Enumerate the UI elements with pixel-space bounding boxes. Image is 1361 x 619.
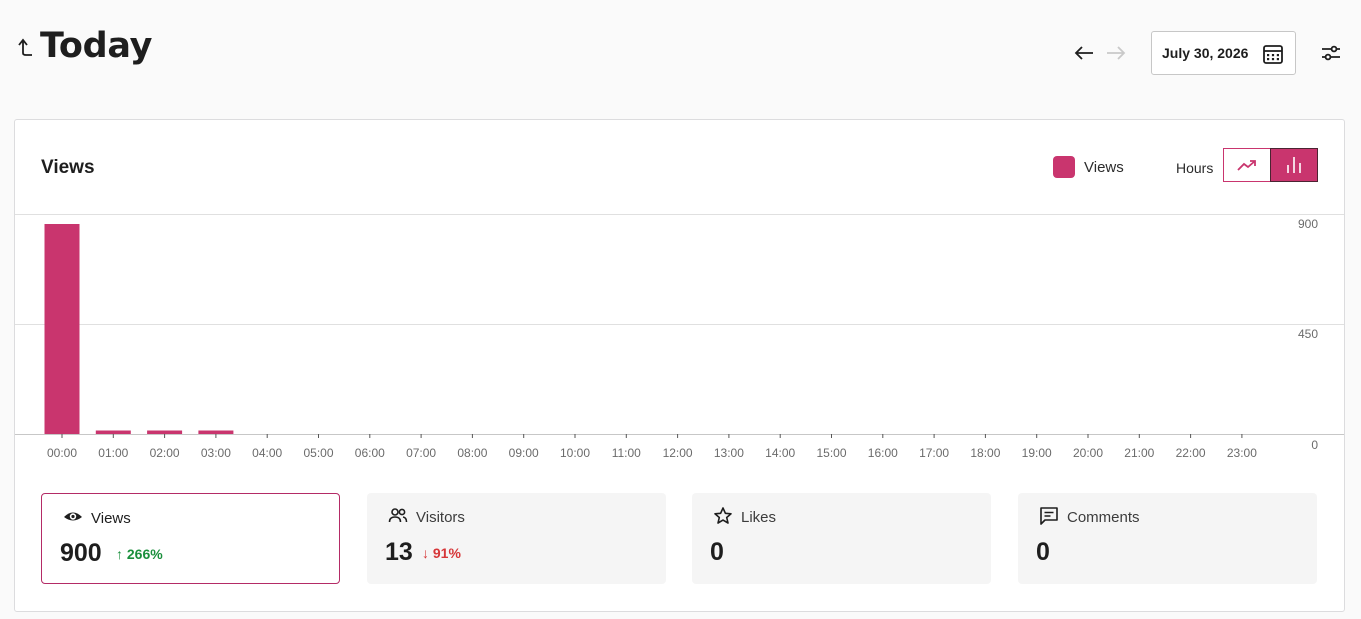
trending-up-icon — [1237, 160, 1256, 171]
bar-chart-icon — [1287, 157, 1301, 173]
views-bar-chart: 900 450 0 00:00 01:00 02:00 03:00 04:00 05:00 06:… — [15, 214, 1344, 460]
stat-card-comments[interactable]: Comments 0 — [1018, 493, 1317, 584]
stat-label: Likes — [741, 509, 777, 526]
page-header: Today July 30, 2026 — [0, 0, 1361, 110]
bar-chart-toggle[interactable] — [1270, 148, 1318, 182]
x-tick-label: 15:00 — [816, 446, 846, 460]
x-tick-label: 23:00 — [1227, 446, 1257, 460]
people-icon — [388, 508, 408, 523]
x-tick-label: 21:00 — [1124, 446, 1154, 460]
bar-03:00[interactable] — [198, 430, 234, 435]
bar-02:00[interactable] — [147, 430, 183, 435]
line-chart-toggle[interactable] — [1223, 148, 1270, 182]
date-picker-button[interactable]: July 30, 2026 — [1151, 31, 1296, 75]
stat-card-visitors[interactable]: Visitors 13 ↓ 91% — [367, 493, 666, 584]
x-tick-label: 14:00 — [765, 446, 795, 460]
stat-value: 0 — [1036, 538, 1050, 566]
x-tick-label: 13:00 — [714, 446, 744, 460]
arrow-down-icon: ↓ — [422, 545, 429, 561]
previous-day-arrow-icon[interactable] — [1072, 42, 1096, 64]
x-tick-label: 20:00 — [1073, 446, 1103, 460]
legend-label: Views — [1084, 158, 1124, 176]
x-tick-label: 02:00 — [150, 446, 180, 460]
comment-icon — [1040, 507, 1058, 525]
stat-change-down: ↓ 91% — [422, 545, 461, 561]
stat-label: Comments — [1067, 509, 1140, 526]
x-tick-label: 07:00 — [406, 446, 436, 460]
x-tick-label: 19:00 — [1022, 446, 1052, 460]
stat-card-views[interactable]: Views 900 ↑ 266% — [41, 493, 340, 584]
x-tick-label: 08:00 — [457, 446, 487, 460]
x-tick-label: 10:00 — [560, 446, 590, 460]
page-title: Today — [40, 26, 153, 66]
bar-01:00[interactable] — [95, 430, 131, 435]
x-tick-label: 16:00 — [868, 446, 898, 460]
x-tick-label: 05:00 — [303, 446, 333, 460]
stat-label: Visitors — [416, 509, 465, 526]
x-tick-label: 09:00 — [509, 446, 539, 460]
back-arrow-icon[interactable] — [16, 33, 38, 59]
views-chart-card: Views Views Hours 900 450 0 00:00 01:00 02:00… — [14, 119, 1345, 612]
x-tick-label: 06:00 — [355, 446, 385, 460]
x-tick-label: 18:00 — [970, 446, 1000, 460]
calendar-icon — [1263, 45, 1283, 64]
x-tick-label: 17:00 — [919, 446, 949, 460]
y-tick-label: 0 — [1311, 438, 1318, 452]
x-tick-label: 00:00 — [47, 446, 77, 460]
x-tick-label: 22:00 — [1176, 446, 1206, 460]
stat-card-likes[interactable]: Likes 0 — [692, 493, 991, 584]
arrow-up-icon: ↑ — [116, 546, 123, 562]
eye-icon — [64, 512, 82, 521]
stat-label: Views — [91, 510, 131, 527]
chart-type-toggle — [1223, 148, 1318, 182]
bar-00:00[interactable] — [44, 224, 80, 434]
x-tick-label: 01:00 — [98, 446, 128, 460]
next-day-arrow-icon — [1107, 46, 1126, 60]
date-label: July 30, 2026 — [1162, 45, 1249, 61]
star-icon — [714, 507, 732, 524]
y-tick-label: 900 — [1298, 217, 1318, 231]
chart-legend: Views — [1053, 156, 1124, 178]
stat-change-up: ↑ 266% — [116, 546, 163, 562]
stat-value: 0 — [710, 538, 724, 566]
x-tick-label: 12:00 — [663, 446, 693, 460]
x-tick-label: 11:00 — [612, 446, 641, 460]
x-tick-label: 04:00 — [252, 446, 282, 460]
card-title: Views — [41, 157, 95, 178]
stat-value: 13 — [385, 538, 413, 566]
period-label: Hours — [1176, 160, 1214, 176]
stat-value: 900 — [60, 539, 102, 567]
legend-swatch — [1053, 156, 1075, 178]
x-tick-label: 03:00 — [201, 446, 231, 460]
settings-sliders-icon[interactable] — [1320, 42, 1342, 64]
y-tick-label: 450 — [1298, 327, 1318, 341]
